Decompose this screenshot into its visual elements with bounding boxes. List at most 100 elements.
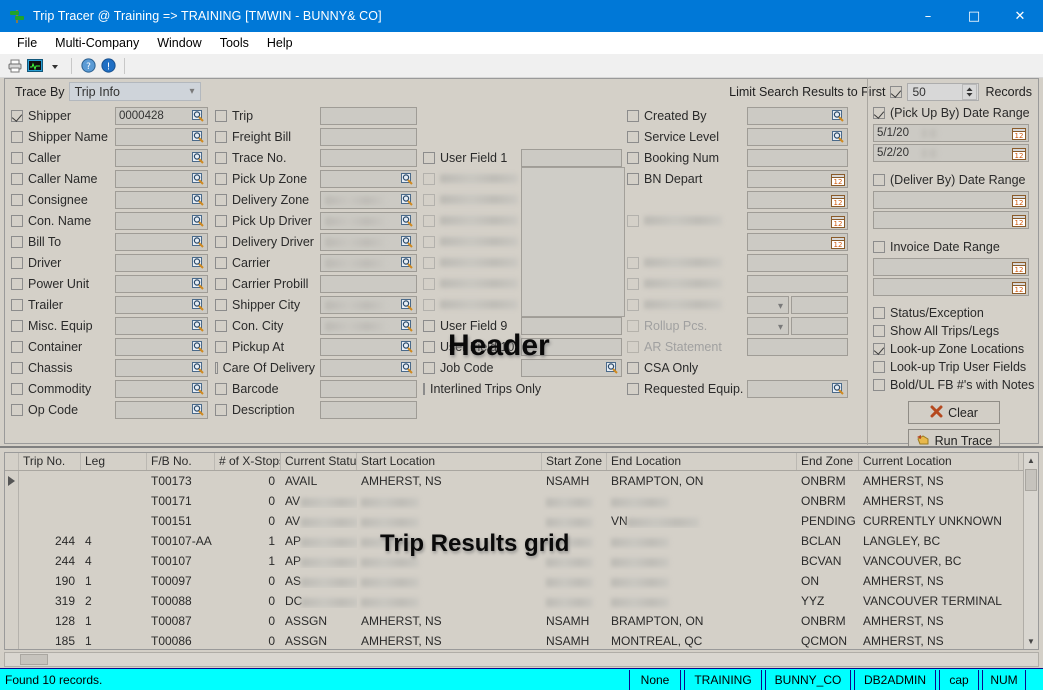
filter-user-field-2-row[interactable] xyxy=(423,168,521,189)
filter-pick-up-zone-row[interactable]: Pick Up Zone xyxy=(215,168,315,189)
filter-delivery-zone-checkbox[interactable] xyxy=(215,193,227,206)
grid-cell-start_zone[interactable] xyxy=(542,513,607,530)
grid-cell-start_loc[interactable] xyxy=(357,493,542,510)
grid-cell-trip_no[interactable]: 128 xyxy=(19,614,81,628)
invoice-date-range-checkbox[interactable] xyxy=(873,240,885,253)
row-selector[interactable] xyxy=(5,471,19,491)
grid-cell-end_zone[interactable]: QCMON xyxy=(797,634,859,648)
grid-cell-trip_no[interactable]: 190 xyxy=(19,574,81,588)
limit-results-input[interactable]: 50 xyxy=(907,83,980,101)
grid-cell-trip_no[interactable]: 244 xyxy=(19,534,81,548)
filter-op-code-input[interactable] xyxy=(115,400,208,419)
lookup-icon[interactable] xyxy=(400,172,414,186)
grid-cell-status[interactable]: AS xyxy=(281,574,357,588)
grid-cell-end_zone[interactable]: BCVAN xyxy=(797,554,859,568)
lookup-icon[interactable] xyxy=(400,319,414,333)
grid-cell-xstops[interactable]: 0 xyxy=(215,574,281,588)
filter-job-code-checkbox[interactable] xyxy=(423,361,435,374)
option-4-checkbox[interactable] xyxy=(873,379,885,391)
table-row[interactable]: T00173 0 AVAIL AMHERST, NS NSAMH BRAMPTON, ON… xyxy=(5,471,1038,491)
help-icon[interactable]: ? xyxy=(78,56,98,76)
row-selector[interactable] xyxy=(5,571,19,591)
filter-user-field-8-row[interactable] xyxy=(423,294,521,315)
row-selector[interactable] xyxy=(5,611,19,631)
filter4-requested-equip--row[interactable]: Requested Equip. xyxy=(627,378,745,399)
filter-caller-checkbox[interactable] xyxy=(11,151,23,164)
grid-cell-start_loc[interactable] xyxy=(357,573,542,590)
filter-shipper-city-checkbox[interactable] xyxy=(215,298,227,311)
lookup-icon[interactable] xyxy=(191,340,205,354)
filter4-row5-row[interactable] xyxy=(627,210,745,231)
grid-cell-cur_loc[interactable]: AMHERST, NS xyxy=(859,494,1019,508)
menu-item-window[interactable]: Window xyxy=(148,34,210,52)
grid-cell-cur_loc[interactable]: AMHERST, NS xyxy=(859,634,1019,648)
filter4-rollup-pcs--input[interactable] xyxy=(791,316,848,335)
maximize-button[interactable]: □ xyxy=(951,0,997,32)
grid-cell-cur_loc[interactable]: VANCOUVER, BC xyxy=(859,554,1019,568)
filter-trailer-input[interactable] xyxy=(115,295,208,314)
invoice-date-to[interactable]: 12 xyxy=(873,278,1029,296)
filter-user-field-7-checkbox[interactable] xyxy=(423,277,435,290)
filter-chassis-row[interactable]: Chassis xyxy=(11,357,116,378)
filter4-service-level-checkbox[interactable] xyxy=(627,130,639,143)
filter4-booking-num-input[interactable] xyxy=(747,148,848,167)
grid-cell-status[interactable]: AV xyxy=(281,494,357,508)
option-0-checkbox[interactable] xyxy=(873,307,885,319)
grid-cell-end_zone[interactable]: ONBRM xyxy=(797,614,859,628)
lookup-icon[interactable] xyxy=(400,298,414,312)
grid-cell-end_zone[interactable]: BCLAN xyxy=(797,534,859,548)
grid-horizontal-scrollbar[interactable] xyxy=(4,652,1039,667)
grid-cell-xstops[interactable]: 0 xyxy=(215,614,281,628)
scroll-up-icon[interactable]: ▲ xyxy=(1024,453,1038,468)
filter-chassis-checkbox[interactable] xyxy=(11,361,23,374)
filter-shipper-checkbox[interactable] xyxy=(11,109,23,122)
filter-op-code-row[interactable]: Op Code xyxy=(11,399,116,420)
filter-user-field-3-checkbox[interactable] xyxy=(423,193,435,206)
filter-commodity-input[interactable] xyxy=(115,379,208,398)
deliver-date-range-checkbox[interactable] xyxy=(873,173,885,186)
filter-user-field-8-checkbox[interactable] xyxy=(423,298,435,311)
filter-con-city-checkbox[interactable] xyxy=(215,319,227,332)
grid-cell-cur_loc[interactable]: AMHERST, NS xyxy=(859,614,1019,628)
table-row[interactable]: 190 1 T00097 0 AS ON AMHERST, NS xyxy=(5,571,1038,591)
filter-trace-no--row[interactable]: Trace No. xyxy=(215,147,315,168)
grid-header--of-x-stops[interactable]: # of X-Stops xyxy=(215,453,281,470)
filter-barcode-input[interactable] xyxy=(320,379,417,398)
grid-cell-fb_no[interactable]: T00088 xyxy=(147,594,215,608)
calendar-icon[interactable]: 12 xyxy=(1012,146,1026,160)
close-button[interactable]: ✕ xyxy=(997,0,1043,32)
grid-cell-xstops[interactable]: 0 xyxy=(215,474,281,488)
filter4-row8-row[interactable] xyxy=(627,273,745,294)
grid-header-end-zone[interactable]: End Zone xyxy=(797,453,859,470)
grid-cell-end_loc[interactable] xyxy=(607,533,797,550)
filter-consignee-row[interactable]: Consignee xyxy=(11,189,116,210)
filter-care-of-delivery-row[interactable]: Care Of Delivery xyxy=(215,357,315,378)
menu-item-help[interactable]: Help xyxy=(258,34,302,52)
grid-cell-leg[interactable]: 1 xyxy=(81,574,147,588)
calendar-icon[interactable]: 12 xyxy=(831,172,845,186)
chevron-down-icon[interactable] xyxy=(45,56,65,76)
filter-pickup-at-checkbox[interactable] xyxy=(215,340,227,353)
filter-carrier-probill-checkbox[interactable] xyxy=(215,277,227,290)
filter-user-field-5-row[interactable] xyxy=(423,231,521,252)
grid-cell-leg[interactable]: 1 xyxy=(81,614,147,628)
filter-shipper-row[interactable]: Shipper xyxy=(11,105,116,126)
filter-carrier-row[interactable]: Carrier xyxy=(215,252,315,273)
filter-delivery-driver-row[interactable]: Delivery Driver xyxy=(215,231,315,252)
calendar-icon[interactable]: 12 xyxy=(1012,280,1026,294)
filter4-row7-input[interactable] xyxy=(747,253,848,272)
filter4-row9-row[interactable] xyxy=(627,294,745,315)
row-selector[interactable] xyxy=(5,631,19,649)
filter4-row9-select[interactable]: ▾ xyxy=(747,295,789,314)
filter4-requested-equip--checkbox[interactable] xyxy=(627,382,639,395)
filter-barcode-row[interactable]: Barcode xyxy=(215,378,315,399)
filter-trip-row[interactable]: Trip xyxy=(215,105,315,126)
filter-trace-no--input[interactable] xyxy=(320,148,417,167)
grid-body[interactable]: T00173 0 AVAIL AMHERST, NS NSAMH BRAMPTON, ON… xyxy=(5,471,1038,649)
option-3-checkbox[interactable] xyxy=(873,361,885,373)
filter-misc-equip-row[interactable]: Misc. Equip xyxy=(11,315,116,336)
grid-cell-cur_loc[interactable]: VANCOUVER TERMINAL xyxy=(859,594,1019,608)
grid-cell-status[interactable]: AV xyxy=(281,514,357,528)
grid-header-current-location[interactable]: Current Location xyxy=(859,453,1019,470)
grid-cell-end_zone[interactable]: PENDING xyxy=(797,514,859,528)
